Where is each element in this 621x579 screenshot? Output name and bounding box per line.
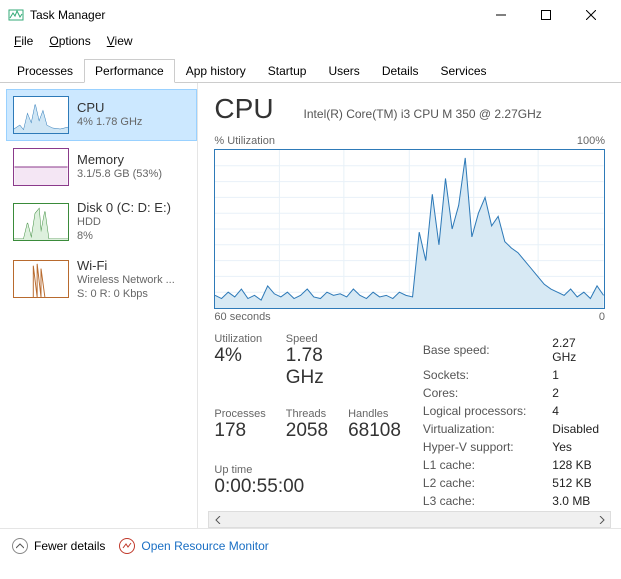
open-resource-monitor-label: Open Resource Monitor [141,539,268,553]
sidebar-item-memory[interactable]: Memory 3.1/5.8 GB (53%) [6,141,197,193]
resource-monitor-icon [119,538,135,554]
memory-thumb [13,148,69,186]
sidebar-memory-sub: 3.1/5.8 GB (53%) [77,167,162,181]
chart-ylabel: % Utilization [214,135,275,147]
chevron-up-icon [12,538,28,554]
chart-xright: 0 [599,311,605,323]
fewer-details-label: Fewer details [34,539,105,553]
base-speed-label: Base speed: [419,335,530,365]
chart-top-labels: % Utilization 100% [214,135,605,147]
tab-processes[interactable]: Processes [6,59,84,83]
chart-ymax: 100% [577,135,605,147]
sidebar-memory-text: Memory 3.1/5.8 GB (53%) [77,152,162,181]
tab-users[interactable]: Users [317,59,370,83]
tab-app-history[interactable]: App history [175,59,257,83]
handles-value: 68108 [348,420,401,442]
scroll-left-icon[interactable] [209,512,226,527]
sidebar-cpu-sub: 4% 1.78 GHz [77,115,142,129]
menu-file[interactable]: File [6,32,41,50]
sidebar-wifi-sub1: Wireless Network ... [77,273,175,287]
logical-value: 4 [532,403,603,419]
open-resource-monitor-button[interactable]: Open Resource Monitor [119,538,268,554]
l2-label: L2 cache: [419,475,530,491]
tabs: Processes Performance App history Startu… [0,52,621,83]
sidebar: CPU 4% 1.78 GHz Memory 3.1/5.8 GB (53%) … [0,83,198,528]
l2-value: 512 KB [532,475,603,491]
window-controls [478,0,613,30]
virt-value: Disabled [532,421,603,437]
sidebar-disk-text: Disk 0 (C: D: E:) HDD 8% [77,200,171,244]
uptime-label: Up time [214,464,400,476]
cpu-thumb [13,96,69,134]
stats-right: Base speed:2.27 GHz Sockets:1 Cores:2 Lo… [417,333,605,511]
util-value: 4% [214,345,265,367]
maximize-button[interactable] [523,0,568,30]
sockets-label: Sockets: [419,367,530,383]
l1-label: L1 cache: [419,457,530,473]
app-icon [8,7,24,23]
menu-view[interactable]: View [99,32,141,50]
sidebar-cpu-text: CPU 4% 1.78 GHz [77,100,142,129]
fewer-details-button[interactable]: Fewer details [12,538,105,554]
sidebar-wifi-title: Wi-Fi [77,258,175,273]
processes-label: Processes [214,408,265,420]
cores-label: Cores: [419,385,530,401]
l3-value: 3.0 MB [532,493,603,509]
util-label: Utilization [214,333,265,345]
stats-left: Utilization 4% Speed 1.78 GHz Processes … [214,333,400,511]
titlebar: Task Manager [0,0,621,30]
body: CPU 4% 1.78 GHz Memory 3.1/5.8 GB (53%) … [0,83,621,528]
uptime-value: 0:00:55:00 [214,476,400,498]
sidebar-disk-title: Disk 0 (C: D: E:) [77,200,171,215]
speed-label: Speed [286,333,328,345]
menu-options[interactable]: Options [41,32,98,50]
sidebar-memory-title: Memory [77,152,162,167]
l3-label: L3 cache: [419,493,530,509]
tab-details[interactable]: Details [371,59,430,83]
chart-bottom-labels: 60 seconds 0 [214,311,605,323]
cpu-chart[interactable] [214,149,605,309]
main-panel: CPU Intel(R) Core(TM) i3 CPU M 350 @ 2.2… [198,83,621,528]
threads-label: Threads [286,408,328,420]
sidebar-wifi-sub2: S: 0 R: 0 Kbps [77,287,175,301]
tab-services[interactable]: Services [430,59,498,83]
tab-performance[interactable]: Performance [84,59,175,83]
menubar: File Options View [0,30,621,52]
sidebar-wifi-text: Wi-Fi Wireless Network ... S: 0 R: 0 Kbp… [77,258,175,302]
sidebar-disk-sub1: HDD [77,215,171,229]
scroll-right-icon[interactable] [593,512,610,527]
logical-label: Logical processors: [419,403,530,419]
sidebar-item-disk[interactable]: Disk 0 (C: D: E:) HDD 8% [6,193,197,251]
sockets-value: 1 [532,367,603,383]
window-title: Task Manager [30,8,478,22]
close-button[interactable] [568,0,613,30]
hyperv-label: Hyper-V support: [419,439,530,455]
sidebar-cpu-title: CPU [77,100,142,115]
stats: Utilization 4% Speed 1.78 GHz Processes … [214,333,605,511]
horizontal-scrollbar[interactable] [208,511,611,528]
sidebar-disk-sub2: 8% [77,229,171,243]
disk-thumb [13,203,69,241]
speed-value: 1.78 GHz [286,345,328,389]
threads-value: 2058 [286,420,328,442]
cores-value: 2 [532,385,603,401]
processes-value: 178 [214,420,265,442]
cpu-model: Intel(R) Core(TM) i3 CPU M 350 @ 2.27GHz [304,107,605,121]
base-speed-value: 2.27 GHz [532,335,603,365]
minimize-button[interactable] [478,0,523,30]
main-header: CPU Intel(R) Core(TM) i3 CPU M 350 @ 2.2… [214,93,605,125]
wifi-thumb [13,260,69,298]
l1-value: 128 KB [532,457,603,473]
chart-xleft: 60 seconds [214,311,270,323]
sidebar-item-wifi[interactable]: Wi-Fi Wireless Network ... S: 0 R: 0 Kbp… [6,251,197,309]
page-title: CPU [214,93,273,125]
handles-label: Handles [348,408,401,420]
hyperv-value: Yes [532,439,603,455]
virt-label: Virtualization: [419,421,530,437]
footer: Fewer details Open Resource Monitor [0,528,621,562]
sidebar-item-cpu[interactable]: CPU 4% 1.78 GHz [6,89,197,141]
tab-startup[interactable]: Startup [257,59,318,83]
